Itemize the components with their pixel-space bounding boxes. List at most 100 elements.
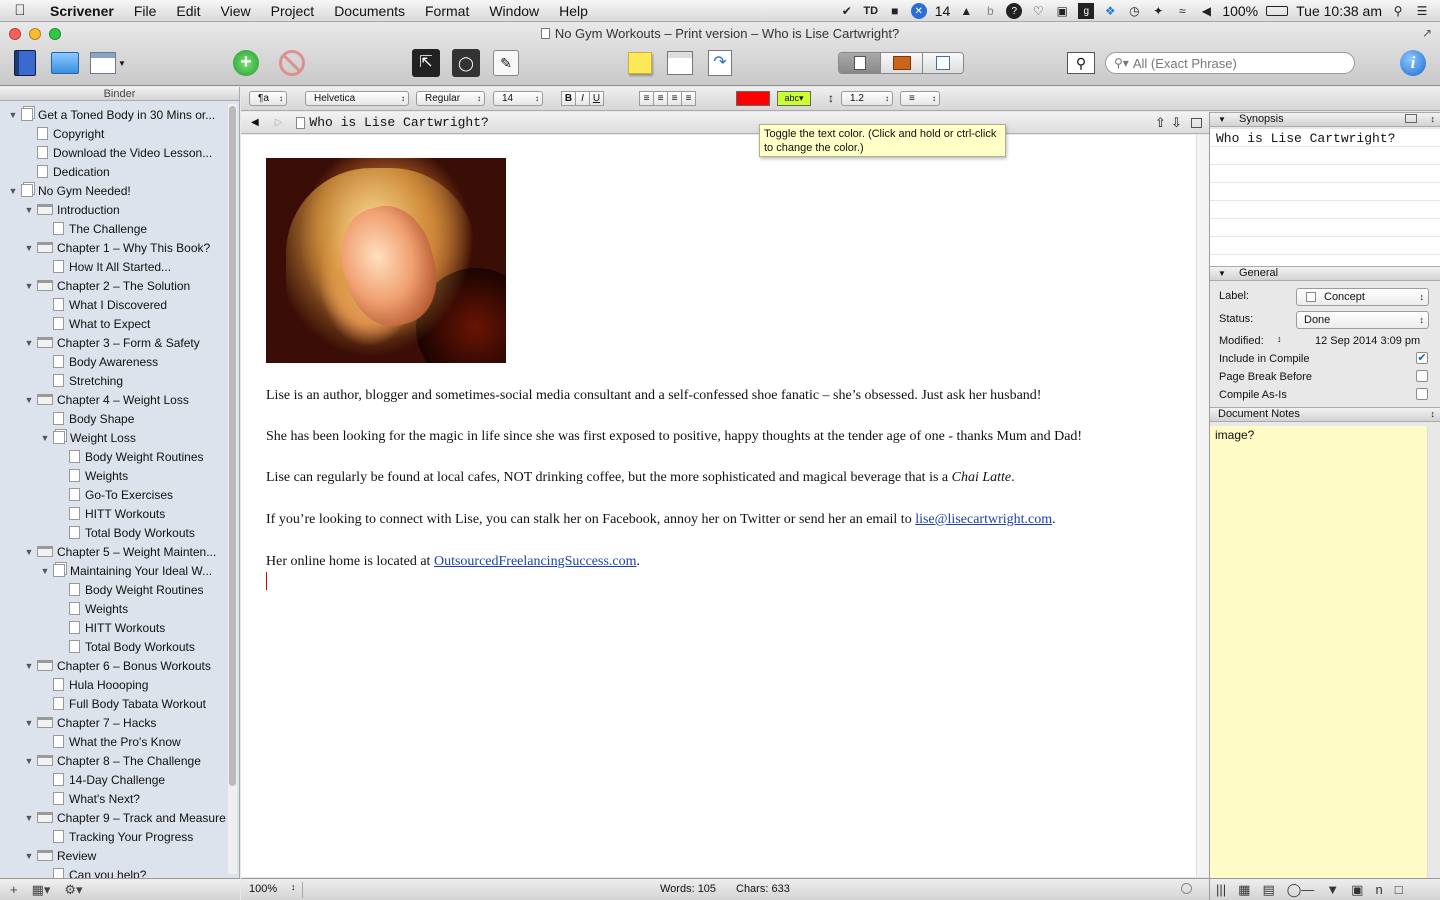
binder-item[interactable]: ▼ Get a Toned Body in 30 Mins or...: [0, 105, 226, 124]
paragraph-style-select[interactable]: ¶a: [249, 91, 287, 106]
keywords-key-icon[interactable]: ◯—: [1287, 882, 1315, 898]
page-break-before-checkbox[interactable]: [1416, 370, 1428, 382]
view-mode-menu-button[interactable]: ▼: [90, 48, 126, 78]
index-card-button[interactable]: [665, 48, 695, 78]
apple-menu-icon[interactable]: : [0, 0, 40, 22]
italic-button[interactable]: I: [575, 91, 590, 106]
bluetooth-icon[interactable]: ✦: [1150, 3, 1166, 19]
binder-item[interactable]: Copyright: [0, 124, 226, 143]
binder-item[interactable]: What's Next?: [0, 789, 226, 808]
binder-item[interactable]: ▼ Chapter 5 – Weight Mainten...: [0, 542, 226, 561]
binder-item[interactable]: Total Body Workouts: [0, 523, 226, 542]
text-color-button[interactable]: [736, 91, 770, 106]
disclosure-triangle-icon[interactable]: ▼: [24, 281, 34, 291]
menu-window[interactable]: Window: [479, 0, 549, 22]
zoom-select[interactable]: 100%: [249, 883, 277, 895]
font-family-select[interactable]: Helvetica: [305, 91, 409, 106]
outliner-view-button[interactable]: [921, 53, 963, 73]
binder-item[interactable]: ▼ Introduction: [0, 200, 226, 219]
email-link[interactable]: lise@lisecartwright.com: [915, 512, 1052, 527]
navigate-forward-icon[interactable]: ▷: [275, 117, 283, 128]
binder-item[interactable]: ▼ No Gym Needed!: [0, 181, 226, 200]
binder-item[interactable]: ▼ Chapter 3 – Form & Safety: [0, 333, 226, 352]
menu-project[interactable]: Project: [261, 0, 325, 22]
binder-item[interactable]: Body Awareness: [0, 352, 226, 371]
document-notes-header[interactable]: Document Notes ↕: [1210, 407, 1440, 422]
td-icon[interactable]: TD: [863, 3, 879, 19]
binder-item[interactable]: 14-Day Challenge: [0, 770, 226, 789]
edit-button[interactable]: ✎: [491, 48, 521, 78]
project-search-field[interactable]: ⚲▾ All (Exact Phrase): [1105, 52, 1355, 74]
disclosure-triangle-icon[interactable]: ▼: [24, 205, 34, 215]
binder-toggle-button[interactable]: [10, 48, 40, 78]
date-toggle-icon[interactable]: ↕: [1277, 334, 1282, 344]
corkboard-view-button[interactable]: [880, 53, 922, 73]
binder-item[interactable]: ▼ Maintaining Your Ideal W...: [0, 561, 226, 580]
spotlight-search-icon[interactable]: ⚲: [1390, 3, 1406, 19]
document-proxy-icon[interactable]: [540, 28, 550, 39]
binder-scrollbar[interactable]: [228, 104, 237, 874]
binder-item[interactable]: ▼ Review: [0, 846, 226, 865]
next-document-icon[interactable]: ⇩: [1171, 115, 1182, 131]
disclosure-triangle-icon[interactable]: ▼: [24, 243, 34, 253]
binder-item[interactable]: ▼ Chapter 2 – The Solution: [0, 276, 226, 295]
binder-item[interactable]: Body Weight Routines: [0, 447, 226, 466]
binder-scroll-thumb[interactable]: [229, 106, 236, 786]
bell-icon[interactable]: ♡: [1030, 3, 1046, 19]
disclosure-triangle-icon[interactable]: ▼: [8, 186, 18, 196]
menu-edit[interactable]: Edit: [166, 0, 210, 22]
binder-item[interactable]: What the Pro's Know: [0, 732, 226, 751]
synopsis-header[interactable]: ▼ Synopsis ↕: [1210, 112, 1440, 127]
disclosure-triangle-icon[interactable]: ▼: [24, 395, 34, 405]
monitor-icon[interactable]: ▣: [1054, 3, 1070, 19]
general-header[interactable]: ▼ General: [1210, 266, 1440, 281]
snapshots-icon[interactable]: ▣: [1351, 882, 1363, 898]
synopsis-text-area[interactable]: Who is Lise Cartwright?: [1210, 129, 1440, 267]
vertical-lines-icon[interactable]: |||: [1216, 882, 1226, 897]
lock-icon[interactable]: □: [1395, 882, 1403, 897]
binder-item[interactable]: Full Body Tabata Workout: [0, 694, 226, 713]
website-link[interactable]: OutsourcedFreelancingSuccess.com: [434, 554, 637, 569]
scrivenings-view-button[interactable]: [839, 53, 881, 73]
editor-scrollbar[interactable]: [1196, 135, 1209, 877]
binder-item[interactable]: What I Discovered: [0, 295, 226, 314]
binder-item[interactable]: ▼ Chapter 8 – The Challenge: [0, 751, 226, 770]
wifi-icon[interactable]: ≈: [1174, 3, 1190, 19]
delete-document-button[interactable]: [277, 48, 307, 78]
menu-view[interactable]: View: [211, 0, 261, 22]
fullscreen-icon[interactable]: ↗: [1422, 26, 1432, 40]
binder-item[interactable]: What to Expect: [0, 314, 226, 333]
status-select[interactable]: Done: [1296, 311, 1429, 329]
comments-icon[interactable]: n: [1375, 882, 1382, 897]
binder-item[interactable]: Go-To Exercises: [0, 485, 226, 504]
binder-item[interactable]: ▼ Weight Loss: [0, 428, 226, 447]
menu-app-scrivener[interactable]: Scrivener: [40, 0, 124, 22]
notification-center-icon[interactable]: ☰: [1414, 3, 1430, 19]
binder-item[interactable]: HITT Workouts: [0, 618, 226, 637]
split-editor-icon[interactable]: [1191, 117, 1202, 128]
binder-item[interactable]: Body Weight Routines: [0, 580, 226, 599]
menu-file[interactable]: File: [124, 0, 167, 22]
binder-item[interactable]: Weights: [0, 466, 226, 485]
disclosure-triangle-icon[interactable]: ▼: [24, 813, 34, 823]
disclosure-triangle-icon[interactable]: ▼: [24, 756, 34, 766]
synopsis-menu-icon[interactable]: ↕: [1431, 113, 1436, 126]
menu-format[interactable]: Format: [415, 0, 479, 22]
disclosure-triangle-icon[interactable]: ▼: [8, 110, 18, 120]
binder-item[interactable]: ▼ Chapter 1 – Why This Book?: [0, 238, 226, 257]
disclosure-triangle-icon[interactable]: ▼: [24, 661, 34, 671]
include-in-compile-checkbox[interactable]: ✔: [1416, 352, 1428, 364]
binder-item[interactable]: ▼ Chapter 4 – Weight Loss: [0, 390, 226, 409]
binder-item[interactable]: ▼ Chapter 9 – Track and Measure: [0, 808, 226, 827]
bold-button[interactable]: B: [561, 91, 576, 106]
compile-as-is-checkbox[interactable]: [1416, 388, 1428, 400]
battery-icon[interactable]: [1266, 6, 1289, 16]
link-document-button[interactable]: ↷: [705, 48, 735, 78]
document-notes-area[interactable]: image?: [1210, 426, 1428, 878]
volume-icon[interactable]: ◀: [1198, 3, 1214, 19]
new-folder-icon[interactable]: ▦▾: [32, 882, 51, 898]
highlight-color-button[interactable]: abc▾: [777, 91, 811, 106]
help-icon[interactable]: ?: [1006, 3, 1023, 19]
align-center-button[interactable]: ≡: [653, 91, 668, 106]
image-toggle-icon[interactable]: [1405, 114, 1417, 123]
